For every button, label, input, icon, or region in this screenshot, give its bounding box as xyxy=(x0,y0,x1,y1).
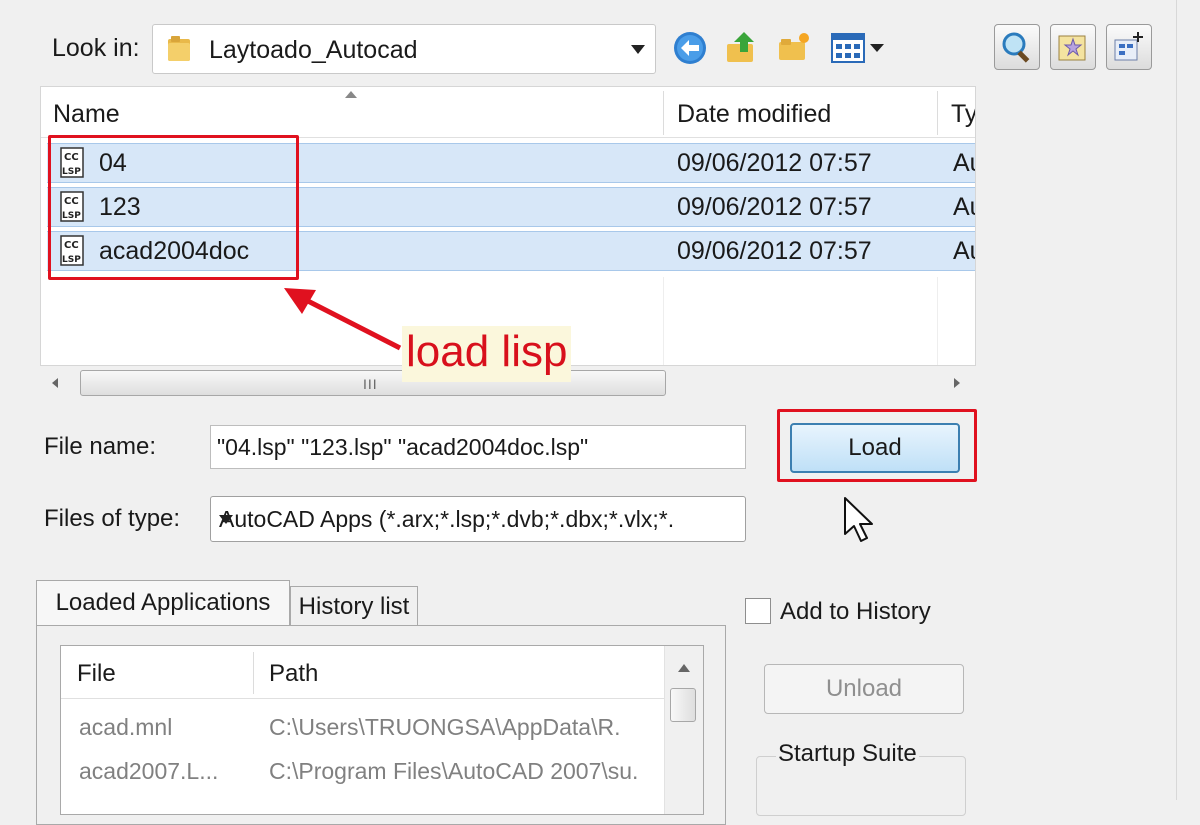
header-divider xyxy=(61,698,665,699)
scrollbar-thumb[interactable]: III xyxy=(80,370,666,396)
app-file-cell[interactable]: acad2007.L... xyxy=(79,758,218,785)
scrollbar-thumb[interactable] xyxy=(670,688,696,722)
column-guide xyxy=(937,277,938,365)
column-divider[interactable] xyxy=(663,91,664,135)
highlight-box-files xyxy=(48,135,299,280)
dialog-edge xyxy=(1176,0,1200,800)
column-name[interactable]: Name xyxy=(53,87,120,137)
scrollbar-grip: III xyxy=(363,376,378,392)
add-to-favorites-icon xyxy=(1114,32,1143,61)
files-of-type-label: Files of type: xyxy=(44,505,181,532)
scroll-right-icon[interactable] xyxy=(954,378,960,388)
mouse-cursor-icon xyxy=(844,497,873,542)
sort-ascending-icon xyxy=(345,91,357,98)
column-guide xyxy=(663,277,664,365)
column-divider[interactable] xyxy=(937,91,938,135)
vertical-scrollbar[interactable] xyxy=(664,646,703,814)
column-path[interactable]: Path xyxy=(269,646,318,698)
file-list-header: Name Date modified Ty xyxy=(41,87,975,138)
column-type[interactable]: Ty xyxy=(951,87,975,137)
tab-history-list[interactable]: History list xyxy=(290,586,418,626)
chevron-down-icon xyxy=(631,45,645,54)
add-to-favorites-button[interactable] xyxy=(1106,24,1152,70)
favorites-icon xyxy=(1058,35,1086,61)
app-path-cell[interactable]: C:\Users\TRUONGSA\AppData\R. xyxy=(269,714,620,741)
look-in-dropdown[interactable]: Laytoado_Autocad xyxy=(152,24,656,74)
views-menu[interactable] xyxy=(830,30,890,66)
views-icon xyxy=(831,33,884,63)
startup-suite-label: Startup Suite xyxy=(776,740,919,768)
app-file-cell[interactable]: acad.mnl xyxy=(79,714,172,741)
up-folder-icon[interactable] xyxy=(724,30,760,66)
folder-icon xyxy=(168,36,190,61)
scroll-left-icon[interactable] xyxy=(52,378,58,388)
back-icon[interactable] xyxy=(672,30,708,66)
tab-loaded-applications[interactable]: Loaded Applications xyxy=(36,580,290,626)
unload-button[interactable]: Unload xyxy=(764,664,964,714)
find-icon xyxy=(1002,32,1030,63)
look-in-label: Look in: xyxy=(52,34,140,62)
files-of-type-dropdown[interactable]: AutoCAD Apps (*.arx;*.lsp;*.dvb;*.dbx;*.… xyxy=(210,496,746,542)
app-path-cell[interactable]: C:\Program Files\AutoCAD 2007\su. xyxy=(269,758,638,785)
column-date-modified[interactable]: Date modified xyxy=(677,87,831,137)
chevron-down-icon xyxy=(219,515,233,524)
look-in-value: Laytoado_Autocad xyxy=(209,36,418,64)
loaded-applications-table[interactable]: File Path acad.mnl C:\Users\TRUONGSA\App… xyxy=(60,645,704,815)
column-file[interactable]: File xyxy=(77,646,116,698)
new-folder-icon[interactable] xyxy=(776,30,812,66)
file-name-input[interactable]: "04.lsp" "123.lsp" "acad2004doc.lsp" xyxy=(210,425,746,469)
favorites-button[interactable] xyxy=(1050,24,1096,70)
scroll-up-icon[interactable] xyxy=(678,664,690,672)
add-to-history-checkbox[interactable] xyxy=(745,598,771,624)
annotation-label: load lisp xyxy=(402,326,572,382)
highlight-box-load xyxy=(777,409,977,482)
arrow-icon xyxy=(284,288,402,351)
add-to-history-label: Add to History xyxy=(780,598,931,625)
column-divider[interactable] xyxy=(253,652,254,694)
find-button[interactable] xyxy=(994,24,1040,70)
file-name-label: File name: xyxy=(44,433,157,460)
